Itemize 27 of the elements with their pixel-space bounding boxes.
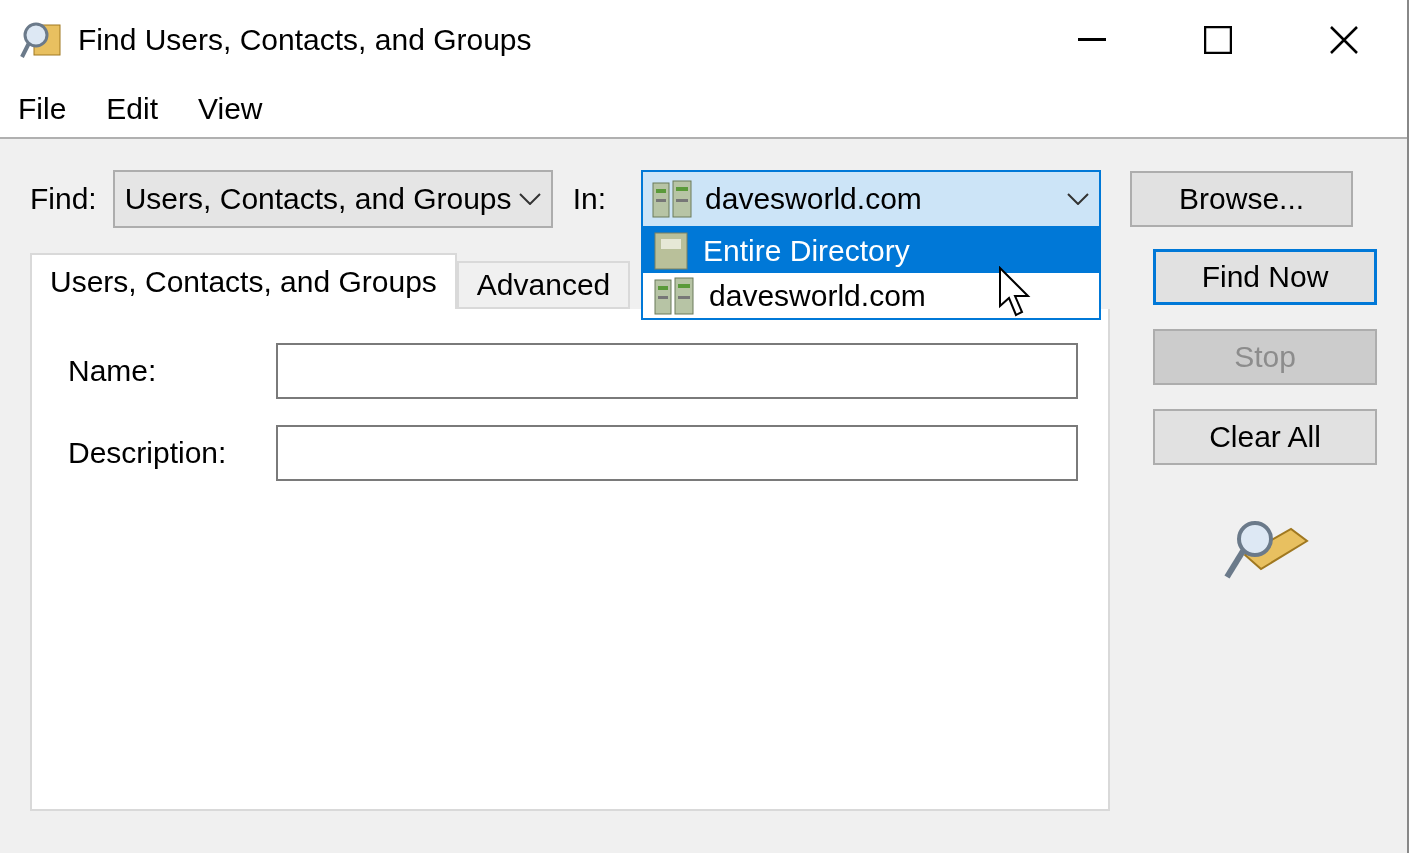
mouse-pointer-icon [998,266,1033,318]
close-icon[interactable] [1329,25,1359,55]
menu-item[interactable]: File [18,91,67,126]
input-field[interactable] [275,425,1078,481]
maximize-icon[interactable] [1204,26,1232,54]
tab[interactable]: Advanced [456,261,631,309]
find-label: Find: [30,182,97,216]
menu-item[interactable]: Edit [106,91,159,126]
tab[interactable]: Users, Contacts, and Groups [30,253,457,309]
dropdown-option[interactable]: Entire Directory [643,228,1100,273]
window-title: Find Users, Contacts, and Groups [78,23,533,57]
server-icon [653,275,696,316]
chevron-down-icon [1067,193,1090,205]
field-label: Description: [68,436,228,470]
in-label: In: [572,182,607,216]
action-button[interactable]: Clear All [1153,409,1377,465]
action-button[interactable]: Find Now [1153,249,1377,305]
server-icon [651,179,694,219]
chevron-down-icon [518,193,541,205]
in-dropdown[interactable]: davesworld.com [641,170,1102,228]
menu-item[interactable]: View [198,91,263,126]
browse-button[interactable]: Browse... [1130,171,1354,227]
field-label: Name: [68,354,158,388]
directory-icon [653,230,690,271]
input-field[interactable] [275,343,1078,399]
minimize-icon[interactable] [1078,38,1106,42]
find-dropdown[interactable]: Users, Contacts, and Groups [112,170,553,228]
